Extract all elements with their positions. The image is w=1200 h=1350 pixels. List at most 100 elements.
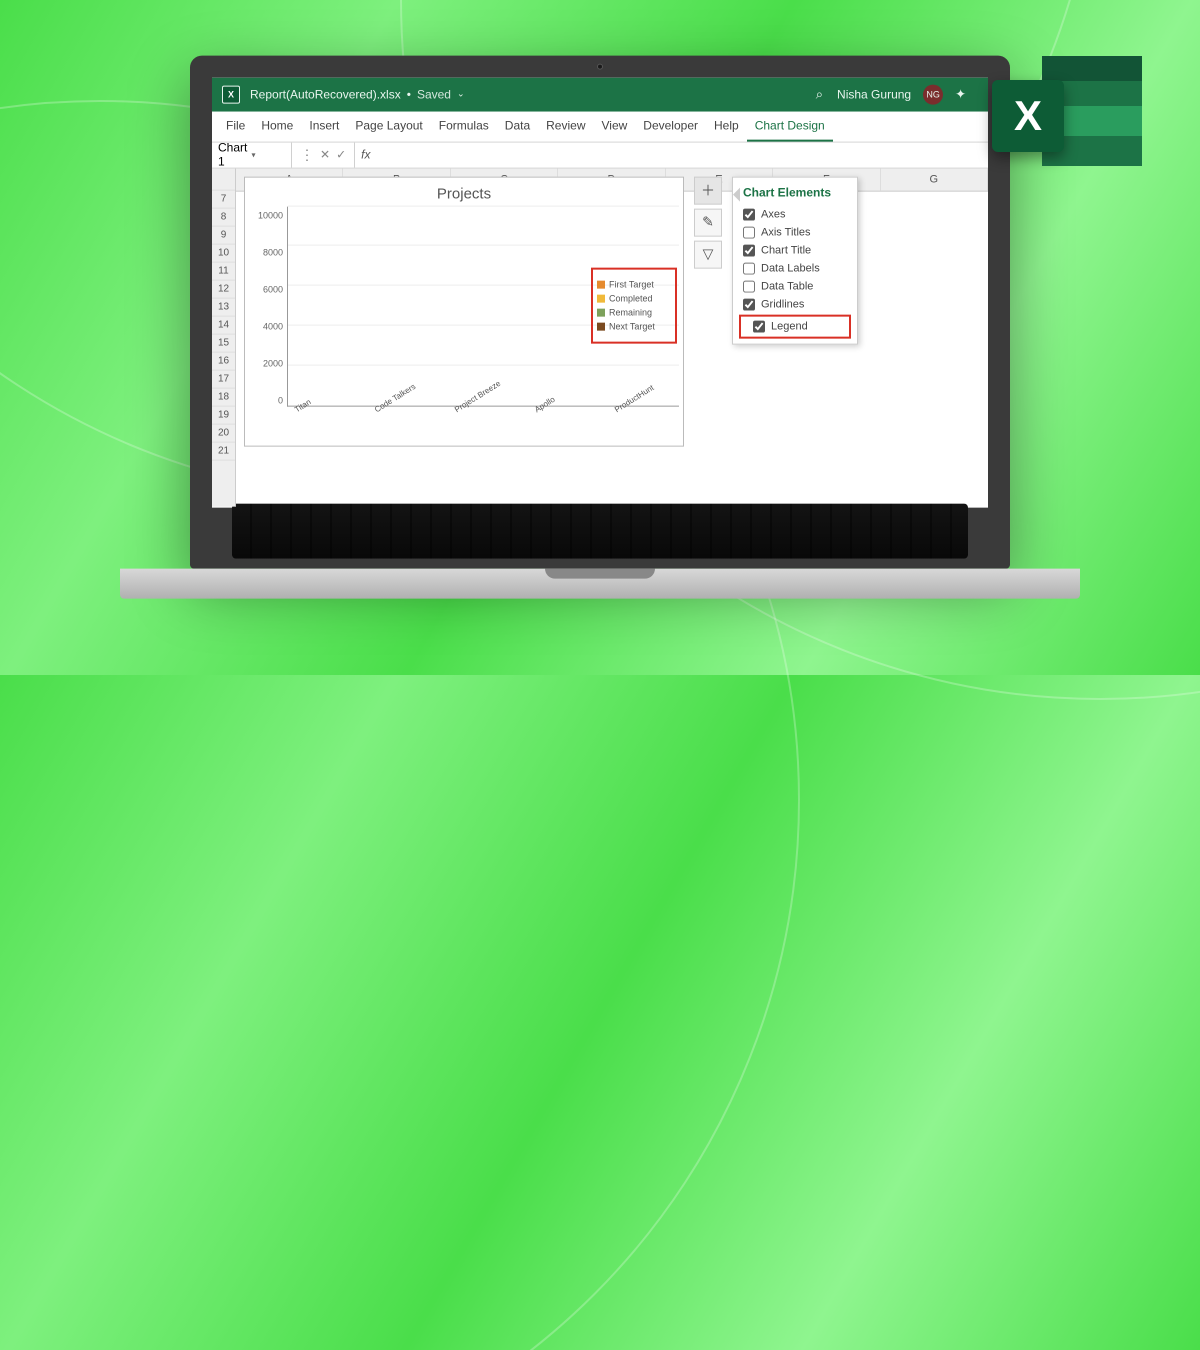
chart-title: Projects: [245, 177, 683, 206]
chart-filters-button[interactable]: ▽: [694, 240, 722, 268]
y-tick: 6000: [263, 285, 283, 295]
tab-file[interactable]: File: [218, 111, 253, 141]
legend-item: Completed: [597, 293, 671, 303]
y-tick: 10000: [258, 210, 283, 220]
excel-app-icon: X: [222, 85, 240, 103]
option-label: Gridlines: [761, 298, 804, 310]
more-icon[interactable]: ⋮: [300, 148, 314, 162]
chart-element-option-axes[interactable]: Axes: [733, 205, 857, 223]
document-filename: Report(AutoRecovered).xlsx: [250, 87, 401, 101]
excel-logo-large: X: [992, 56, 1142, 176]
chart-side-tools: ＋ ✎ ▽: [694, 176, 722, 268]
accept-icon[interactable]: ✓: [336, 148, 346, 162]
legend-label: Completed: [609, 293, 653, 303]
row-header[interactable]: 14: [212, 316, 235, 334]
chart-legend: First Target Completed Remaining Next Targe…: [591, 267, 677, 343]
checkbox[interactable]: [743, 298, 755, 310]
legend-item: Remaining: [597, 307, 671, 317]
tab-home[interactable]: Home: [253, 111, 301, 141]
name-box-value: Chart 1: [218, 141, 252, 169]
excel-logo-letter: X: [1014, 92, 1042, 140]
tab-developer[interactable]: Developer: [635, 111, 706, 141]
legend-label: Next Target: [609, 321, 655, 331]
tab-formulas[interactable]: Formulas: [431, 111, 497, 141]
row-header[interactable]: 8: [212, 208, 235, 226]
legend-swatch: [597, 308, 605, 316]
title-bar: X Report(AutoRecovered).xlsx • Saved ⌄ ⌕…: [212, 77, 988, 111]
row-header[interactable]: 7: [212, 190, 235, 208]
checkbox[interactable]: [743, 226, 755, 238]
user-name[interactable]: Nisha Gurung: [837, 87, 911, 101]
chart-elements-button[interactable]: ＋: [694, 176, 722, 204]
option-label: Chart Title: [761, 244, 811, 256]
laptop-frame: X Report(AutoRecovered).xlsx • Saved ⌄ ⌕…: [190, 55, 1010, 598]
legend-swatch: [597, 322, 605, 330]
search-icon[interactable]: ⌕: [816, 86, 823, 102]
chart-element-option-data-labels[interactable]: Data Labels: [733, 259, 857, 277]
row-header[interactable]: 20: [212, 424, 235, 442]
y-tick: 0: [278, 396, 283, 406]
tab-data[interactable]: Data: [497, 111, 538, 141]
row-header[interactable]: 15: [212, 334, 235, 352]
name-box[interactable]: Chart 1 ▾: [212, 142, 292, 167]
chart-element-option-chart-title[interactable]: Chart Title: [733, 241, 857, 259]
laptop-keyboard: [232, 503, 968, 558]
ribbon-tabs: FileHomeInsertPage LayoutFormulasDataRev…: [212, 111, 988, 142]
chart-element-option-data-table[interactable]: Data Table: [733, 277, 857, 295]
user-avatar[interactable]: NG: [923, 84, 943, 104]
flyout-header: Chart Elements: [733, 181, 857, 205]
option-label: Data Table: [761, 280, 813, 292]
row-header[interactable]: 10: [212, 244, 235, 262]
chart-y-axis: 1000080006000400020000: [249, 206, 287, 406]
legend-swatch: [597, 280, 605, 288]
tab-page-layout[interactable]: Page Layout: [347, 111, 430, 141]
checkbox[interactable]: [743, 244, 755, 256]
option-label: Legend: [771, 320, 808, 332]
excel-window: X Report(AutoRecovered).xlsx • Saved ⌄ ⌕…: [212, 77, 988, 507]
row-header[interactable]: 19: [212, 406, 235, 424]
chevron-down-icon[interactable]: ▾: [252, 150, 286, 159]
row-header[interactable]: 16: [212, 352, 235, 370]
checkbox[interactable]: [743, 262, 755, 274]
chart-styles-button[interactable]: ✎: [694, 208, 722, 236]
premium-icon[interactable]: ✦: [955, 86, 966, 102]
checkbox[interactable]: [753, 320, 765, 332]
chart-x-axis: TitanCode TalkersProject BreezeApolloPro…: [245, 406, 683, 415]
chart-element-option-axis-titles[interactable]: Axis Titles: [733, 223, 857, 241]
row-header[interactable]: 13: [212, 298, 235, 316]
tab-review[interactable]: Review: [538, 111, 593, 141]
cancel-icon[interactable]: ✕: [320, 148, 330, 162]
checkbox[interactable]: [743, 280, 755, 292]
chart-elements-flyout: Chart Elements Axes Axis Titles Chart Titl…: [732, 176, 858, 344]
chart-element-option-gridlines[interactable]: Gridlines: [733, 295, 857, 313]
y-tick: 8000: [263, 247, 283, 257]
chevron-down-icon[interactable]: ⌄: [457, 89, 465, 100]
laptop-camera: [597, 63, 603, 69]
option-label: Axes: [761, 208, 785, 220]
chart-element-option-legend[interactable]: Legend: [743, 317, 847, 335]
option-label: Axis Titles: [761, 226, 811, 238]
laptop-base: [120, 568, 1080, 598]
row-header[interactable]: 12: [212, 280, 235, 298]
tab-help[interactable]: Help: [706, 111, 747, 141]
legend-item: Next Target: [597, 321, 671, 331]
row-header[interactable]: 17: [212, 370, 235, 388]
column-header[interactable]: G: [881, 168, 988, 190]
row-header[interactable]: 9: [212, 226, 235, 244]
row-header[interactable]: 21: [212, 442, 235, 460]
fx-label[interactable]: fx: [355, 148, 376, 162]
tab-view[interactable]: View: [594, 111, 636, 141]
row-headers[interactable]: 789101112131415161718192021: [212, 168, 236, 506]
formula-bar: Chart 1 ▾ ⋮ ✕ ✓ fx: [212, 142, 988, 168]
tab-insert[interactable]: Insert: [301, 111, 347, 141]
bullet-separator: •: [407, 87, 411, 101]
row-header[interactable]: 11: [212, 262, 235, 280]
option-label: Data Labels: [761, 262, 820, 274]
legend-label: First Target: [609, 279, 654, 289]
legend-swatch: [597, 294, 605, 302]
checkbox[interactable]: [743, 208, 755, 220]
chart-object[interactable]: Projects 1000080006000400020000 TitanCod…: [244, 176, 684, 446]
tab-chart-design[interactable]: Chart Design: [747, 111, 833, 141]
row-header[interactable]: 18: [212, 388, 235, 406]
legend-label: Remaining: [609, 307, 652, 317]
